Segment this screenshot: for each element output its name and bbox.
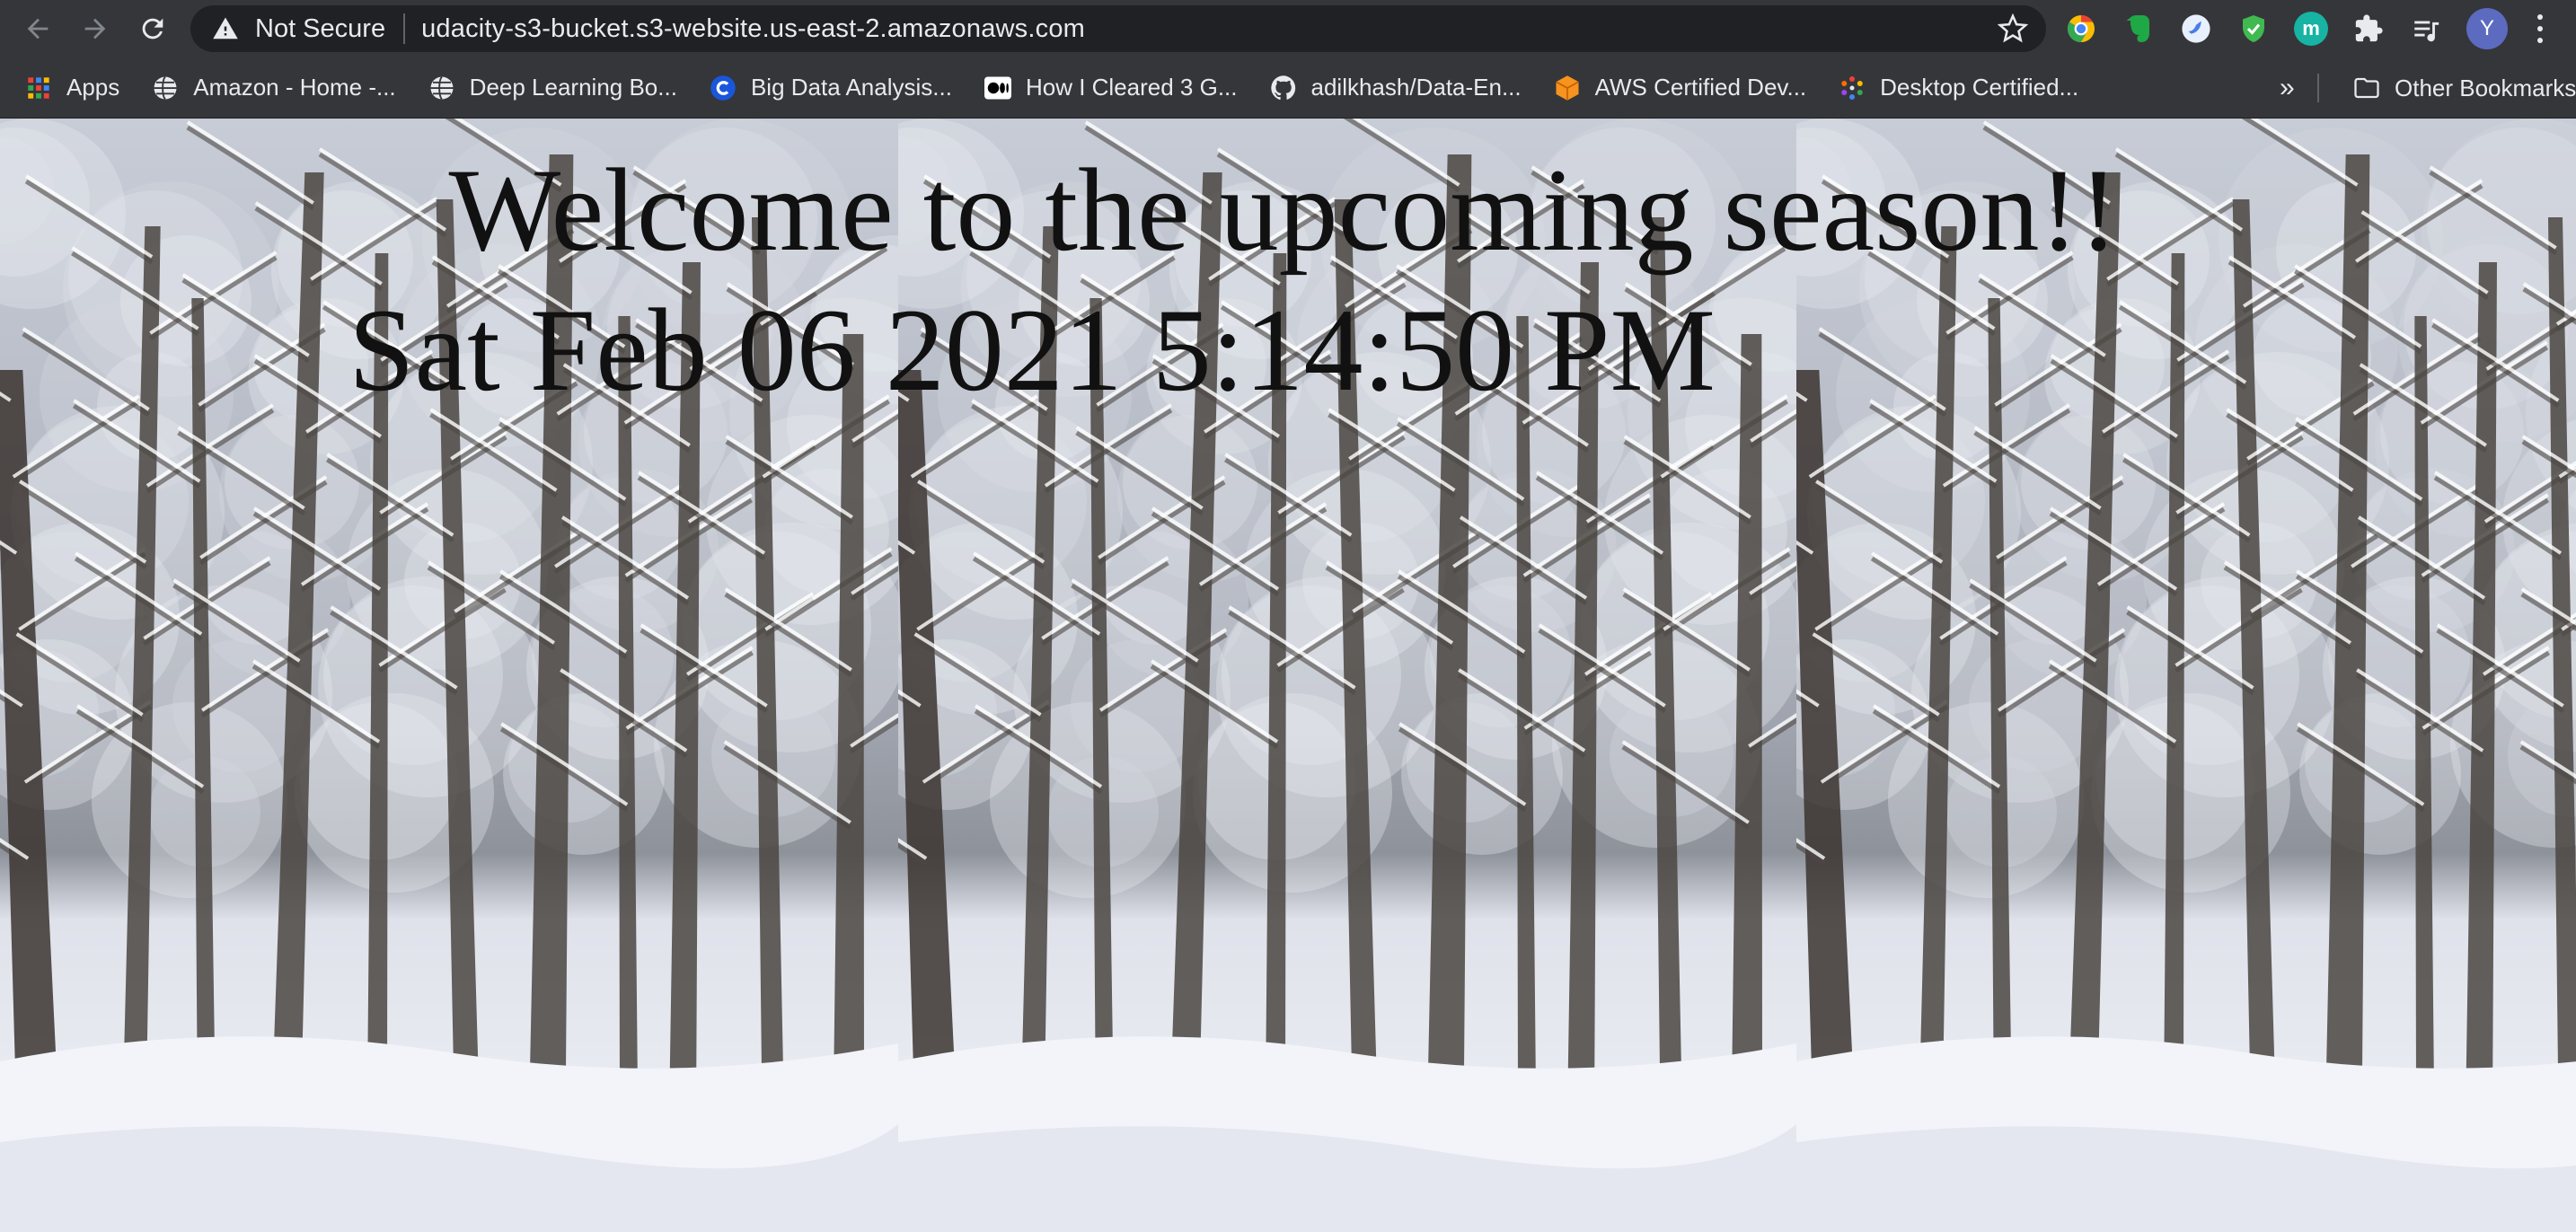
reload-icon <box>142 18 163 40</box>
reload-button[interactable] <box>128 4 178 54</box>
reading-list-icon[interactable] <box>2409 12 2443 46</box>
evernote-icon[interactable] <box>2122 12 2156 46</box>
bookmark-label: Deep Learning Bo... <box>469 74 677 101</box>
address-bar[interactable]: Not Secure udacity-s3-bucket.s3-website.… <box>190 5 2046 52</box>
bookmark-label: Other Bookmarks <box>2395 74 2576 101</box>
dots-logo-icon <box>1839 75 1866 101</box>
bookmark-aws-certified[interactable]: AWS Certified Dev... <box>1543 65 1818 111</box>
bookmark-label: Amazon - Home -... <box>193 74 396 101</box>
bookmark-deep-learning[interactable]: Deep Learning Bo... <box>418 65 688 111</box>
bookmark-label: Big Data Analysis... <box>750 74 952 101</box>
forward-button[interactable] <box>70 4 120 54</box>
bookmark-how-i-cleared[interactable]: How I Cleared 3 G... <box>974 65 1248 111</box>
aws-cube-icon <box>1554 75 1581 101</box>
bookmarks-bar: Apps Amazon - Home -... Deep Learning Bo… <box>0 57 2576 119</box>
apps-grid-icon <box>25 75 52 101</box>
browser-toolbar: Not Secure udacity-s3-bucket.s3-website.… <box>0 0 2576 57</box>
folder-icon <box>2353 75 2380 101</box>
datetime-display: Sat Feb 06 2021 5:14:50 PM <box>348 284 1716 416</box>
globe-icon <box>152 75 179 101</box>
puzzle-icon[interactable] <box>2351 12 2386 46</box>
profile-avatar[interactable]: Y <box>2466 8 2508 49</box>
chrome-color-icon[interactable] <box>2064 12 2098 46</box>
bookmark-label: adilkhash/Data-En... <box>1310 74 1522 101</box>
bookmarks-divider <box>2317 74 2319 102</box>
back-arrow-icon <box>27 18 49 40</box>
bookmark-desktop-certified[interactable]: Desktop Certified... <box>1828 65 2089 111</box>
bookmark-big-data[interactable]: Big Data Analysis... <box>699 65 963 111</box>
bookmark-star-icon[interactable] <box>1998 13 2028 44</box>
url-text[interactable]: udacity-s3-bucket.s3-website.us-east-2.a… <box>421 14 1085 44</box>
welcome-heading: Welcome to the upcoming season!! <box>448 144 2119 276</box>
blue-bird-icon[interactable] <box>2179 12 2213 46</box>
omnibox-divider <box>403 13 406 44</box>
bookmark-label: Apps <box>66 74 120 101</box>
back-button[interactable] <box>13 4 63 54</box>
globe-icon <box>428 75 455 101</box>
github-icon <box>1270 75 1297 101</box>
more-bookmarks-button[interactable]: » <box>2280 65 2295 111</box>
m-icon[interactable]: m <box>2294 12 2328 46</box>
extensions-area: m Y <box>2064 5 2549 52</box>
bookmark-label: AWS Certified Dev... <box>1594 74 1807 101</box>
warning-icon[interactable] <box>210 13 241 44</box>
forward-arrow-icon <box>84 18 106 40</box>
bookmark-github[interactable]: adilkhash/Data-En... <box>1259 65 1532 111</box>
shield-check-icon[interactable] <box>2236 12 2271 46</box>
c-logo-icon <box>710 75 737 101</box>
bookmark-apps[interactable]: Apps <box>14 65 130 111</box>
kebab-menu-icon[interactable] <box>2531 11 2549 47</box>
page-text: Welcome to the upcoming season!! Sat Feb… <box>0 119 2576 420</box>
m-icon-letter: m <box>2302 17 2320 40</box>
security-status[interactable]: Not Secure <box>255 14 385 44</box>
medium-icon <box>984 75 1011 101</box>
profile-initial: Y <box>2479 16 2494 40</box>
bookmark-amazon[interactable]: Amazon - Home -... <box>141 65 406 111</box>
other-bookmarks[interactable]: Other Bookmarks <box>2342 65 2576 111</box>
bookmark-label: Desktop Certified... <box>1880 74 2079 101</box>
bookmark-label: How I Cleared 3 G... <box>1025 74 1238 101</box>
